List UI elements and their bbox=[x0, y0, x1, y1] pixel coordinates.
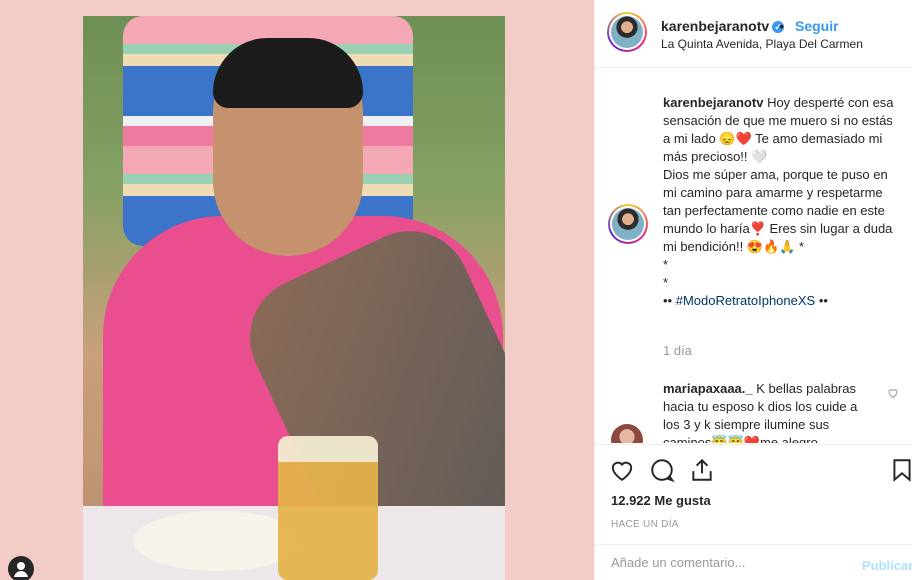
post-header: karenbejaranotv ✓ • Seguir La Quinta Aven… bbox=[595, 0, 912, 68]
photo-hair bbox=[213, 38, 363, 108]
comment-input[interactable] bbox=[611, 555, 831, 570]
comments-section[interactable]: karenbejaranotv Hoy desperté con esa sen… bbox=[595, 68, 912, 443]
caption-emoji-1: 😞❤️ bbox=[719, 131, 752, 146]
caption-emoji-3: ❣️ bbox=[749, 221, 766, 236]
bookmark-icon[interactable] bbox=[889, 457, 912, 485]
likes-count[interactable]: 12.922 Me gusta bbox=[611, 493, 711, 508]
user-tag-icon[interactable] bbox=[8, 556, 34, 580]
comment-avatar[interactable] bbox=[611, 424, 643, 443]
caption-time-ago: 1 día bbox=[663, 343, 692, 358]
author-avatar[interactable] bbox=[607, 12, 647, 52]
location-link[interactable]: La Quinta Avenida, Playa Del Carmen bbox=[661, 37, 863, 51]
caption-asterisk-1: * bbox=[799, 239, 805, 254]
publish-button[interactable]: Publicar bbox=[862, 558, 912, 573]
comment-like-heart-icon[interactable] bbox=[887, 387, 901, 401]
caption-hashtag[interactable]: #ModoRetratoIphoneXS bbox=[676, 293, 815, 308]
photo-beer-glass bbox=[278, 436, 378, 580]
add-comment-bar: Publicar bbox=[595, 544, 912, 580]
caption-asterisk-3: * bbox=[663, 275, 669, 290]
caption-text: karenbejaranotv Hoy desperté con esa sen… bbox=[663, 94, 899, 310]
caption-username[interactable]: karenbejaranotv bbox=[663, 95, 763, 110]
comment-username[interactable]: mariapaxaaa._ bbox=[663, 381, 753, 396]
comment-icon[interactable] bbox=[649, 457, 677, 485]
header-separator: • bbox=[779, 18, 784, 34]
comment-emoji: 😇😇❤️ bbox=[711, 435, 760, 443]
actions-bar: 12.922 Me gusta HACE UN DÍA bbox=[595, 444, 912, 544]
post-panel: karenbejaranotv ✓ • Seguir La Quinta Aven… bbox=[594, 0, 912, 580]
caption-emoji-2: 🤍 bbox=[751, 149, 768, 164]
caption-tag-prefix: •• bbox=[663, 293, 673, 308]
caption-asterisk-2: * bbox=[663, 257, 669, 272]
comment-item: mariapaxaaa._ K bellas palabras hacia tu… bbox=[663, 380, 875, 443]
comment-text-2: me alegro bbox=[759, 435, 818, 443]
heart-icon[interactable] bbox=[609, 457, 637, 485]
post-photo[interactable] bbox=[83, 16, 505, 580]
caption-emoji-4: 😍🔥🙏 bbox=[746, 239, 796, 254]
author-username[interactable]: karenbejaranotv ✓ bbox=[661, 18, 785, 34]
post-timestamp: HACE UN DÍA bbox=[611, 519, 679, 530]
follow-button[interactable]: Seguir bbox=[795, 18, 839, 34]
caption-avatar[interactable] bbox=[608, 204, 648, 244]
share-icon[interactable] bbox=[689, 457, 717, 485]
caption-tag-suffix: •• bbox=[818, 293, 828, 308]
